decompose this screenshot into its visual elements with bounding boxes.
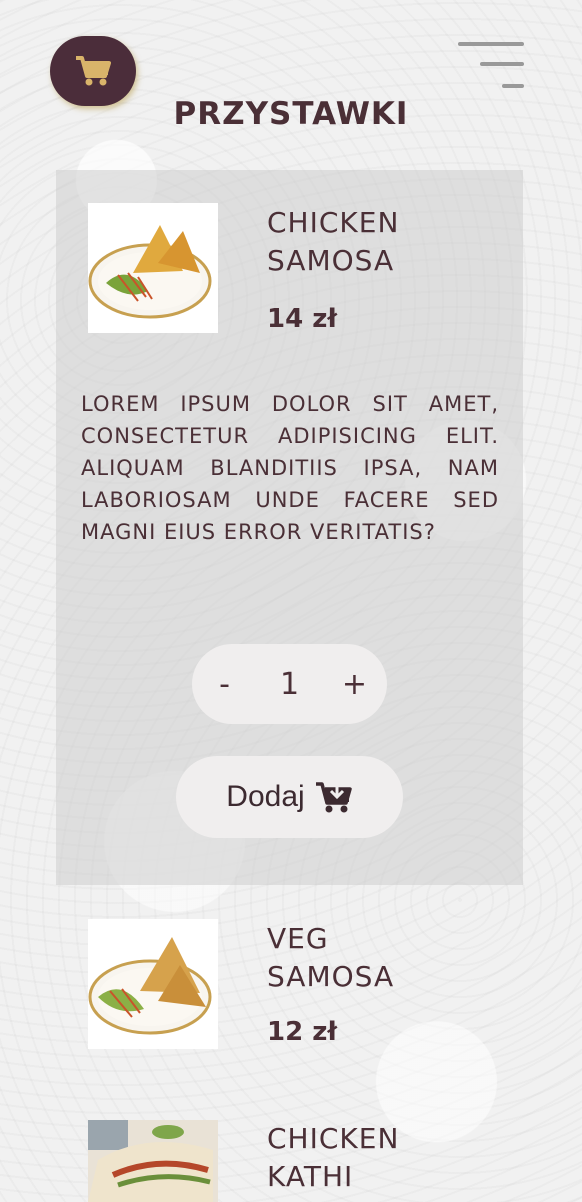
product-name: VEG SAMOSA bbox=[267, 922, 395, 993]
product-image-chicken-kathi[interactable] bbox=[88, 1120, 218, 1202]
cart-plus-icon bbox=[315, 782, 352, 813]
add-to-cart-button[interactable]: Dodaj bbox=[176, 756, 403, 838]
cart-icon bbox=[76, 56, 111, 86]
product-image-veg-samosa[interactable] bbox=[88, 919, 218, 1049]
product-name: CHICKEN SAMOSA bbox=[267, 206, 400, 277]
product-name: CHICKEN KATHI bbox=[267, 1122, 400, 1193]
product-price: 14 zł bbox=[267, 304, 338, 334]
hamburger-menu-icon[interactable] bbox=[456, 40, 526, 92]
product-price: 12 zł bbox=[267, 1017, 338, 1047]
quantity-stepper: - 1 + bbox=[192, 644, 387, 724]
product-image-chicken-samosa[interactable] bbox=[88, 203, 218, 333]
decrement-button[interactable]: - bbox=[210, 667, 240, 702]
product-description: LOREM IPSUM DOLOR SIT AMET, CONSECTETUR … bbox=[81, 392, 499, 544]
add-button-label: Dodaj bbox=[226, 780, 305, 813]
page-title: PRZYSTAWKI bbox=[173, 96, 409, 132]
quantity-value: 1 bbox=[279, 666, 300, 702]
increment-button[interactable]: + bbox=[340, 667, 370, 702]
